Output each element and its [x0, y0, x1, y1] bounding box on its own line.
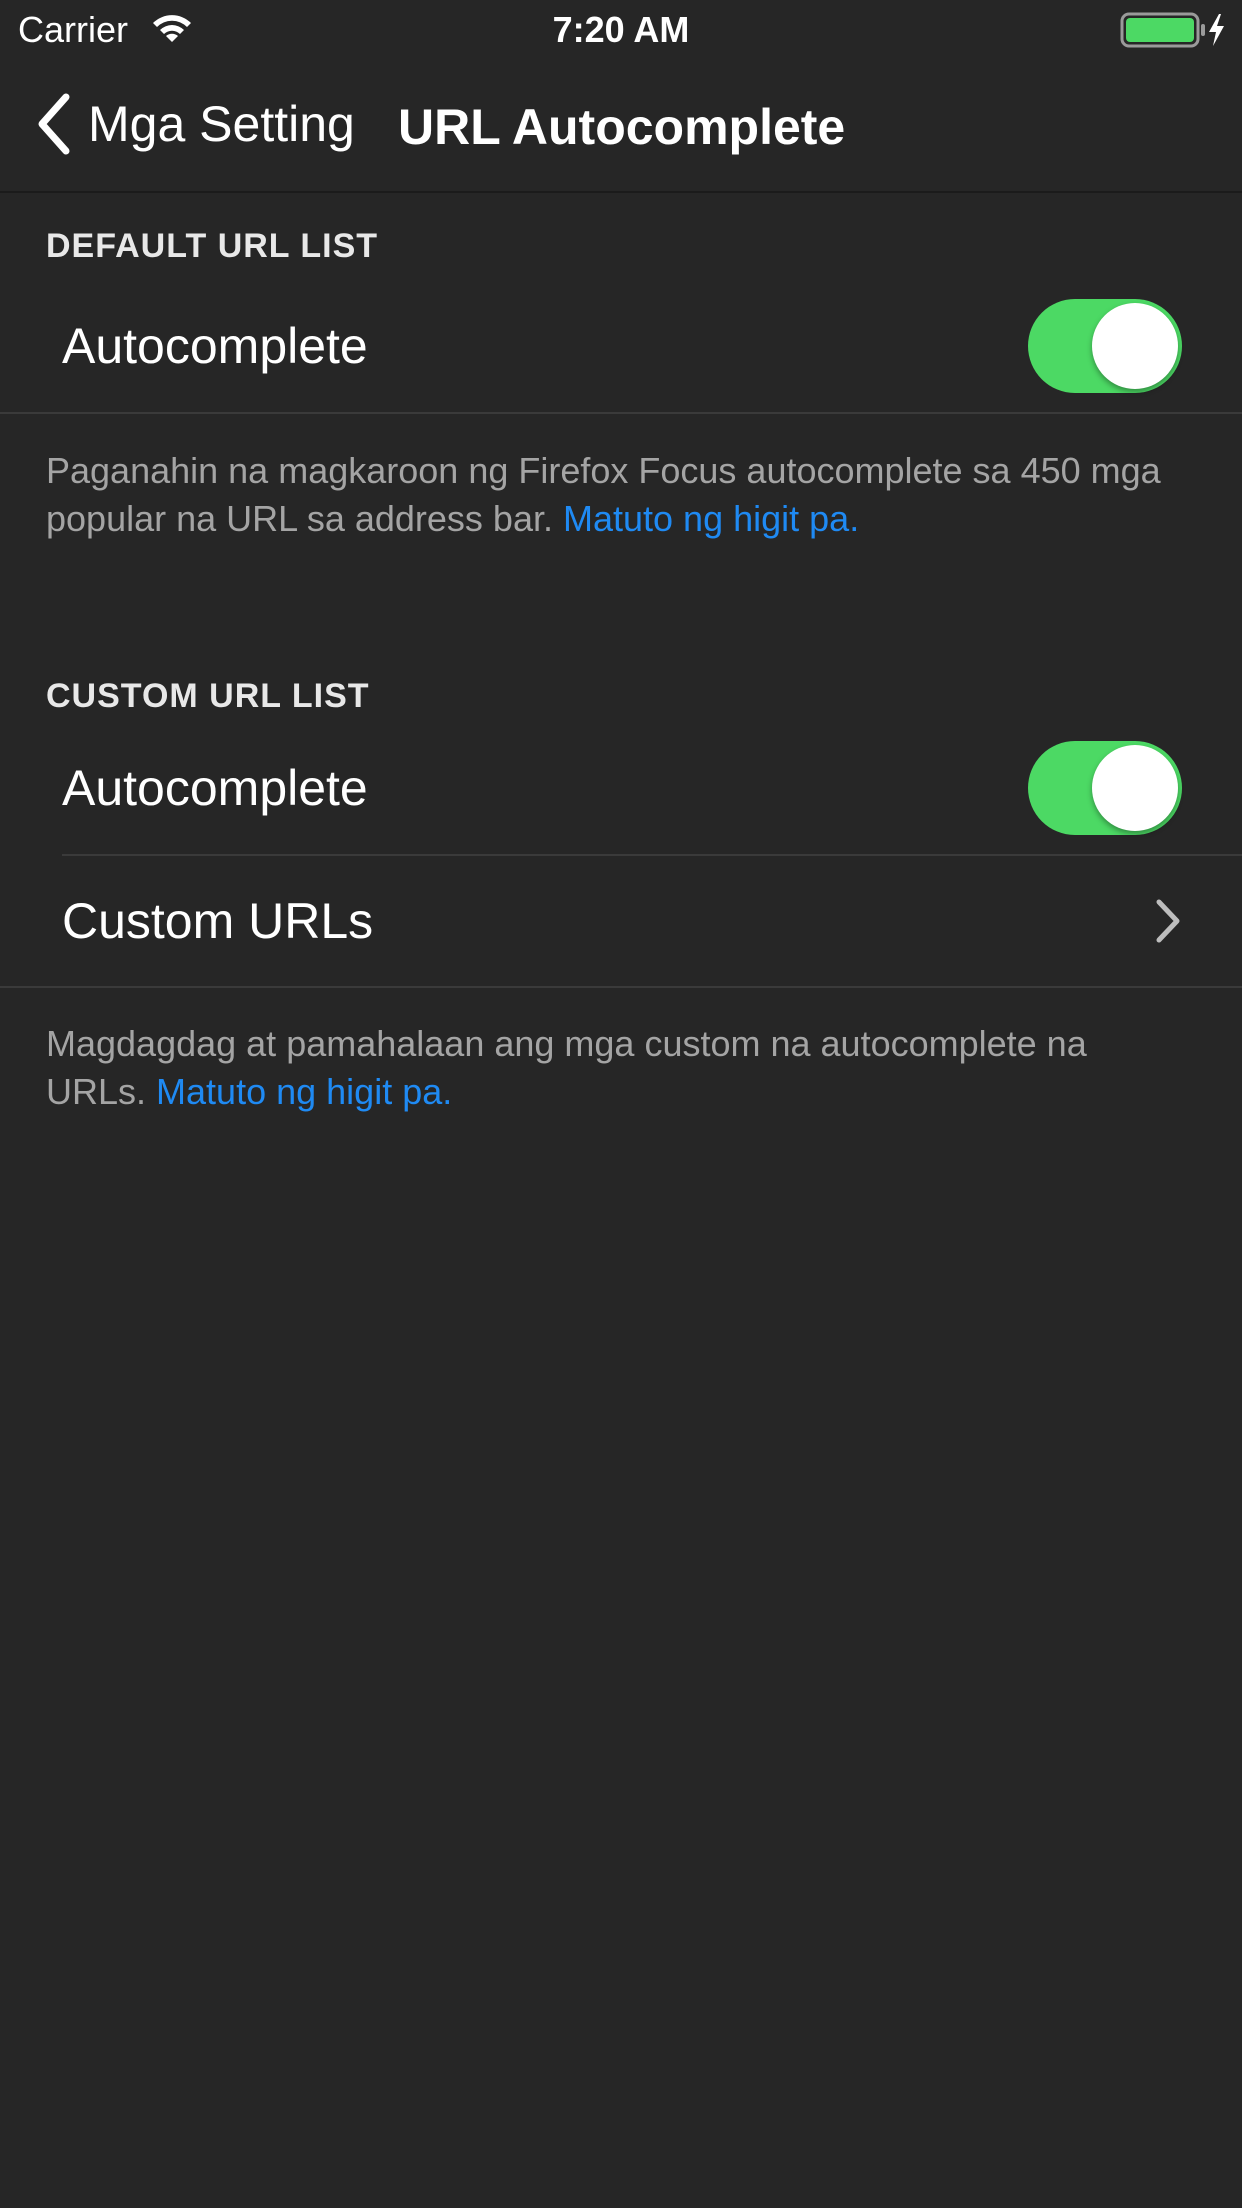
chevron-right-icon [1156, 899, 1180, 943]
status-time: 7:20 AM [552, 9, 690, 50]
default-autocomplete-label: Autocomplete [62, 318, 368, 374]
chevron-left-icon [38, 93, 70, 155]
custom-autocomplete-label: Autocomplete [62, 760, 368, 816]
navigation-bar: Mga Setting URL Autocomplete [0, 60, 1242, 193]
separator [0, 986, 1242, 988]
custom-learn-more-link[interactable]: Matuto ng higit pa. [156, 1071, 452, 1112]
custom-autocomplete-row: Autocomplete [0, 722, 1242, 854]
section-header-default: DEFAULT URL LIST [46, 227, 379, 265]
battery-icon [1120, 12, 1224, 48]
custom-autocomplete-toggle[interactable] [1028, 741, 1182, 835]
custom-urls-label: Custom URLs [62, 893, 374, 949]
status-bar: Carrier 7:20 AM [0, 0, 1242, 60]
default-autocomplete-toggle[interactable] [1028, 299, 1182, 393]
toggle-knob [1092, 745, 1178, 831]
toggle-knob [1092, 303, 1178, 389]
default-section-footer: Paganahin na magkaroon ng Firefox Focus … [46, 447, 1196, 543]
custom-urls-row[interactable]: Custom URLs [0, 856, 1242, 986]
default-autocomplete-row: Autocomplete [0, 280, 1242, 412]
back-button[interactable]: Mga Setting [34, 90, 355, 158]
separator [0, 412, 1242, 414]
charging-bolt-icon [1209, 14, 1224, 46]
custom-section-footer: Magdagdag at pamahalaan ang mga custom n… [46, 1020, 1196, 1116]
default-learn-more-link[interactable]: Matuto ng higit pa. [563, 498, 859, 539]
back-label: Mga Setting [88, 96, 355, 152]
section-header-custom: CUSTOM URL LIST [46, 677, 370, 715]
page-title: URL Autocomplete [398, 99, 846, 155]
